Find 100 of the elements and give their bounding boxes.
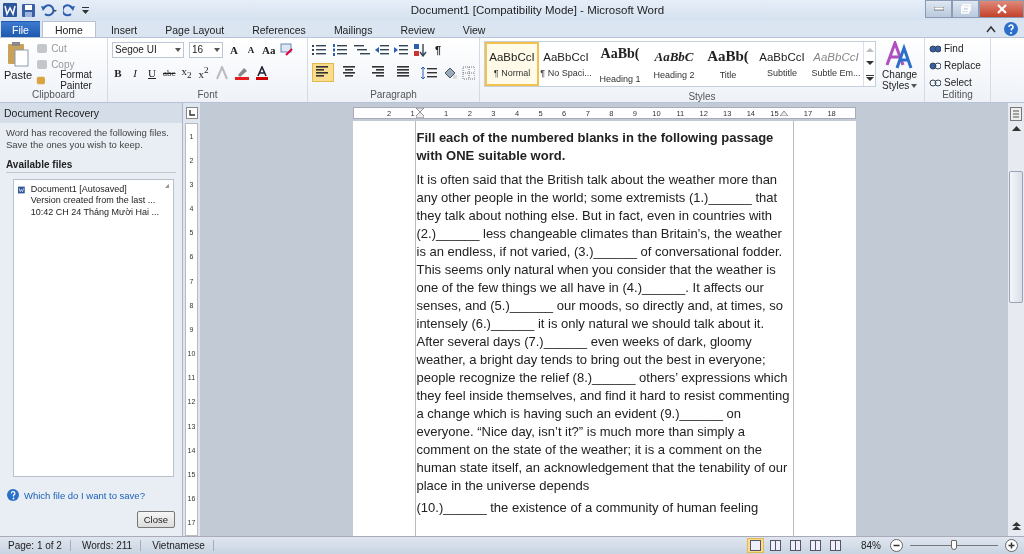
close-pane-button[interactable]: Close [136,511,175,528]
editing-command[interactable]: Replace [929,58,986,72]
align-right-icon [370,66,384,77]
status-item[interactable]: Page: 1 of 2 [0,540,71,551]
zoom-in-icon[interactable] [1005,539,1018,552]
view-ruler-icon[interactable] [1010,107,1022,121]
scroll-up-icon[interactable] [1011,125,1021,131]
ribbon-tab[interactable]: Review [387,21,448,37]
undo-icon[interactable] [40,3,58,17]
customize-toolbar-icon[interactable] [81,5,90,15]
ribbon-tab[interactable]: Insert [97,21,151,37]
numbering-icon[interactable] [333,43,349,56]
view-icon [750,540,761,551]
font-size-field[interactable]: 16 [189,41,223,58]
indent-marker-icon[interactable] [415,108,424,118]
scrollbar-thumb[interactable] [1009,171,1023,303]
view-icon [810,540,821,551]
highlight-icon[interactable] [233,65,250,80]
font-name-field[interactable]: Segoe UI [112,41,184,58]
group-label: Clipboard [31,89,75,102]
help-icon[interactable] [1004,21,1018,36]
view-button[interactable] [827,538,844,553]
style-item[interactable]: AaBb( Title [701,42,755,86]
dropdown-caret-icon [911,83,918,88]
help-link[interactable]: Which file do I want to save? [24,489,145,501]
style-item[interactable]: AaBbCcI Subtitle [755,42,809,86]
clipboard-icon [7,41,30,67]
recovery-message: Word has recovered the following files. Save the ones you wish to keep. [5,126,170,152]
close-button[interactable] [979,0,1024,18]
status-item[interactable]: Words: 211 [73,540,142,551]
file-name[interactable]: Document1 [Autosaved] [30,183,160,196]
editing-command[interactable]: Find [929,41,986,55]
collapse-ribbon-icon[interactable] [986,24,996,33]
view-icon [790,540,801,551]
grow-font-button[interactable]: A [228,43,240,56]
ribbon-tab[interactable]: References [239,21,319,37]
passage-paragraph: (10.)______ the existence of a community of human feeling [416,499,760,517]
format-button[interactable]: x$_{2}$ [180,64,193,81]
style-item[interactable]: AaBbCcI Subtle Em... [809,42,863,86]
ribbon-tab[interactable]: View [449,21,499,37]
format-button[interactable]: U [146,66,158,79]
tab-selector-icon[interactable] [185,107,198,119]
zoom-level[interactable]: 84% [861,540,881,551]
view-icon [830,540,841,551]
view-button[interactable] [767,538,784,553]
pane-title: Document Recovery [0,103,182,123]
view-button[interactable] [807,538,824,553]
bullets-icon[interactable] [312,43,328,56]
redo-icon[interactable] [63,3,76,17]
ribbon-tab[interactable]: Mailings [320,21,386,37]
show-formatting-button[interactable]: ¶ [432,43,444,56]
file-tab[interactable]: File [1,21,40,37]
minimize-icon [933,7,944,11]
window-title: Document1 [Compatibility Mode] - Microsoft Word [409,4,666,16]
more-styles-icon[interactable] [865,74,874,82]
view-button[interactable] [747,538,764,553]
previous-page-icon[interactable] [1011,522,1021,530]
view-button[interactable] [787,538,804,553]
style-item[interactable]: AaBbCcI ¶ No Spaci... [539,42,593,86]
restore-button[interactable] [952,0,979,18]
shrink-font-button[interactable]: A [245,44,257,55]
scroll-down-icon[interactable] [865,60,874,66]
format-button[interactable]: abc [163,67,176,78]
zoom-out-icon[interactable] [890,539,903,552]
format-button[interactable]: I [129,66,141,79]
group-label: Font [196,89,219,102]
dropdown-caret-icon [175,47,181,52]
editing-command[interactable]: Select [929,75,986,89]
right-indent-marker-icon[interactable] [779,110,788,116]
sort-icon[interactable] [413,42,427,57]
clear-formatting-icon[interactable] [280,42,295,57]
close-icon [996,4,1007,14]
style-item[interactable]: AaBbCcI ¶ Normal [485,42,539,86]
dropdown-caret-icon [214,47,220,52]
file-time: 10:42 CH 24 Tháng Mười Hai ... [30,207,160,219]
line-spacing-icon[interactable] [420,65,437,80]
style-item[interactable]: AaBb( Heading 1 [593,42,647,86]
group-label: Styles [687,91,717,102]
change-case-button[interactable]: Aa [262,43,276,56]
style-item[interactable]: AaBbC Heading 2 [647,42,701,86]
format-button[interactable]: B [112,66,124,79]
justify-icon [397,66,411,77]
align-center-icon [343,66,357,77]
word-logo-icon[interactable] [3,3,17,17]
increase-indent-icon[interactable] [394,43,408,56]
status-item[interactable]: Vietnamese [144,540,214,551]
decrease-indent-icon[interactable] [375,43,389,56]
align-button[interactable] [312,63,334,82]
restore-icon [960,4,971,14]
save-icon[interactable] [22,3,35,17]
help-icon[interactable] [7,489,19,501]
zoom-slider-thumb[interactable] [951,540,957,550]
paste-button[interactable]: Paste [4,41,33,89]
format-button[interactable]: x$^{2}$ [197,65,210,80]
ribbon-tab[interactable]: Page Layout [152,21,238,37]
font-color-icon[interactable] [254,65,269,80]
group-label: Paragraph [369,89,418,102]
change-styles-button[interactable]: Change Styles [880,41,920,91]
multilevel-list-icon[interactable] [354,43,370,56]
ribbon-tab[interactable]: Home [41,21,96,37]
